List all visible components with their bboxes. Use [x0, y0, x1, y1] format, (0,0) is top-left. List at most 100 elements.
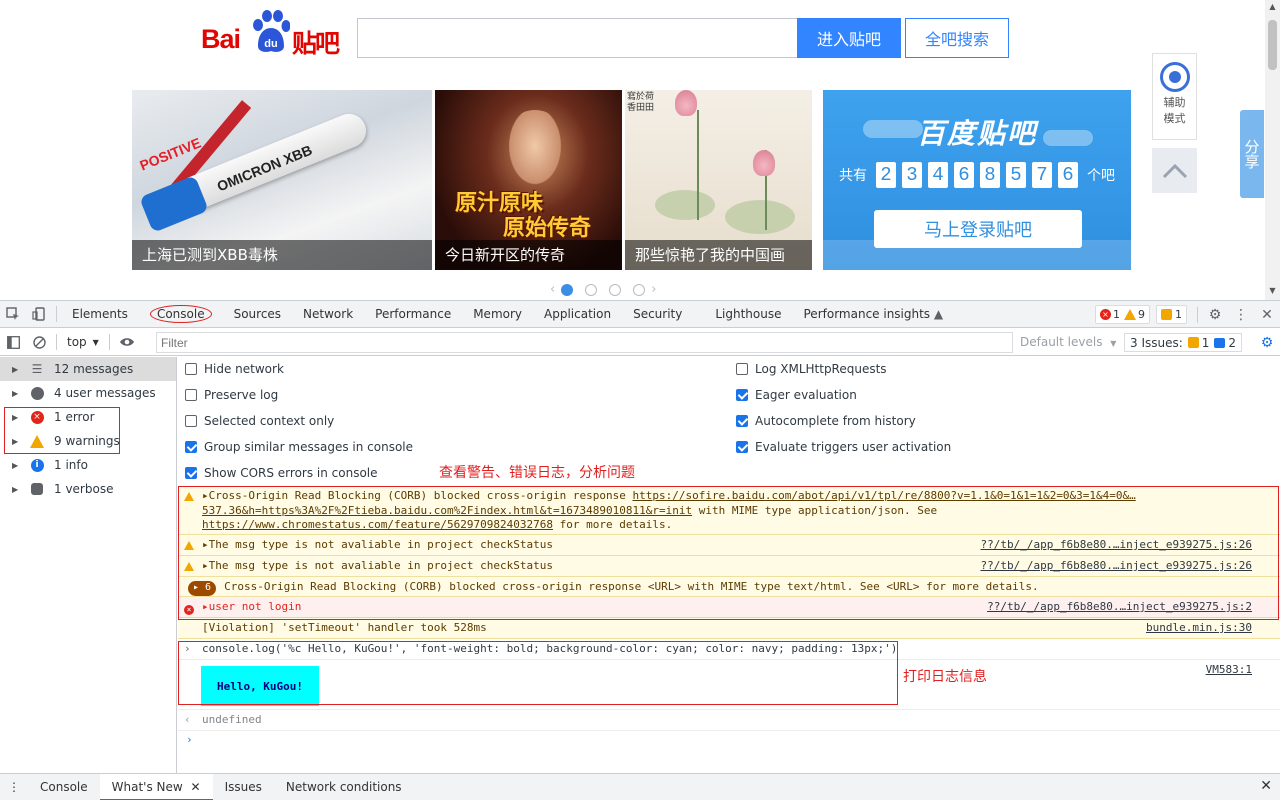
console-message-warning[interactable]: ▸The msg type is not avaliable in projec… — [178, 535, 1280, 556]
lotus-stem — [697, 110, 699, 220]
tab-security[interactable]: Security — [622, 301, 704, 328]
console-log-output[interactable]: Hello, KuGou! VM583:1 — [178, 660, 1280, 710]
message-source-link[interactable]: ??/tb/_/app_f6b8e80.…inject_e939275.js:2… — [980, 559, 1252, 572]
tab-memory[interactable]: Memory — [462, 301, 533, 328]
sidebar-item-info[interactable]: ▶ i 1 info — [0, 453, 176, 477]
issues-counter[interactable]: 1 — [1156, 305, 1187, 324]
search-input[interactable] — [357, 18, 797, 58]
banner-legend-game[interactable]: 原汁原味 原始传奇 今日新开区的传奇 — [435, 90, 622, 270]
search-all-button[interactable]: 全吧搜索 — [905, 18, 1009, 58]
more-options-icon[interactable]: ⋮ — [1228, 301, 1254, 328]
console-message-violation[interactable]: [Violation] 'setTimeout' handler took 52… — [178, 618, 1280, 639]
tab-console[interactable]: Console — [139, 301, 223, 328]
back-to-top-button[interactable] — [1152, 148, 1197, 193]
message-source-link[interactable]: ??/tb/_/app_f6b8e80.…inject_e939275.js:2… — [980, 538, 1252, 551]
paw-icon: du — [253, 10, 290, 52]
sidebar-item-user-messages[interactable]: ▶ 4 user messages — [0, 381, 176, 405]
banner-chinese-painting[interactable]: 寫於荷香田田 那些惊艳了我的中国画 — [625, 90, 812, 270]
eager-eval-checkbox[interactable]: Eager evaluation — [736, 386, 857, 404]
console-filter-input[interactable] — [156, 332, 1013, 353]
login-tieba-button[interactable]: 马上登录贴吧 — [874, 210, 1082, 248]
page-scrollbar[interactable]: ▲ ▼ — [1265, 0, 1280, 300]
inspect-element-icon[interactable] — [0, 301, 26, 328]
tab-sources[interactable]: Sources — [223, 301, 292, 328]
enter-tieba-button[interactable]: 进入贴吧 — [797, 18, 901, 58]
console-message-warning[interactable]: ▸The msg type is not avaliable in projec… — [178, 556, 1280, 577]
log-levels-dropdown[interactable]: Default levels ▼ — [1020, 329, 1116, 356]
counter-digit: 7 — [1032, 162, 1052, 188]
toggle-sidebar-icon[interactable] — [0, 329, 26, 356]
expand-arrow-icon[interactable]: ▸ — [202, 538, 209, 551]
banner-omicron[interactable]: OMICRON XBB POSITIVE 上海已测到XBB毒株 — [132, 90, 432, 270]
close-devtools-icon[interactable]: ✕ — [1254, 301, 1280, 328]
drawer-tab-issues[interactable]: Issues — [213, 774, 274, 800]
tab-performance-insights[interactable]: Performance insights ▲ — [793, 301, 955, 328]
console-settings-gear-icon[interactable]: ⚙ — [1254, 329, 1280, 356]
error-warning-counter[interactable]: × 1 9 — [1095, 305, 1150, 324]
console-message-error[interactable]: × ▸user not login ??/tb/_/app_f6b8e80.…i… — [178, 597, 1280, 618]
dropdown-arrow-icon: ▼ — [92, 337, 99, 347]
expand-arrow-icon[interactable]: ▸ — [202, 600, 209, 613]
console-command[interactable]: › console.log('%c Hello, KuGou!', 'font-… — [178, 639, 1280, 660]
issues-button[interactable]: 3 Issues: 1 2 — [1124, 333, 1243, 352]
message-link[interactable]: https://www.chromestatus.com/feature/562… — [202, 518, 553, 531]
user-activation-checkbox[interactable]: Evaluate triggers user activation — [736, 438, 951, 456]
checkbox-label: Eager evaluation — [755, 388, 857, 402]
scroll-up-icon[interactable]: ▲ — [1267, 2, 1278, 13]
console-settings-pane: Hide network Preserve log Selected conte… — [178, 357, 1280, 487]
sidebar-item-messages[interactable]: ▶ ☰ 12 messages — [0, 357, 176, 381]
close-tab-icon[interactable]: ✕ — [191, 780, 201, 794]
carousel-dot[interactable] — [585, 283, 598, 296]
sidebar-item-verbose[interactable]: ▶ 1 verbose — [0, 477, 176, 501]
carousel-dot[interactable] — [561, 283, 574, 296]
assist-label: 模式 — [1163, 112, 1186, 125]
log-xhr-checkbox[interactable]: Log XMLHttpRequests — [736, 360, 887, 378]
tab-network[interactable]: Network — [292, 301, 364, 328]
tab-elements[interactable]: Elements — [61, 301, 139, 328]
show-cors-checkbox[interactable]: Show CORS errors in console — [185, 464, 378, 482]
carousel-prev-icon[interactable]: ‹ — [550, 282, 555, 297]
tab-performance[interactable]: Performance — [364, 301, 462, 328]
carousel-next-icon[interactable]: › — [651, 282, 656, 297]
checkbox-label: Preserve log — [204, 388, 279, 402]
preserve-log-checkbox[interactable]: Preserve log — [185, 386, 278, 404]
hide-network-checkbox[interactable]: Hide network — [185, 360, 284, 378]
divider — [56, 334, 57, 350]
tab-application[interactable]: Application — [533, 301, 622, 328]
context-label: top — [67, 335, 87, 349]
expand-arrow-icon[interactable]: ▸ — [202, 489, 209, 502]
scrollbar-thumb[interactable] — [1268, 20, 1277, 70]
group-similar-checkbox[interactable]: Group similar messages in console — [185, 438, 413, 456]
device-toggle-icon[interactable] — [26, 301, 52, 328]
drawer-tab-console[interactable]: Console — [28, 774, 100, 800]
assist-mode-button[interactable]: 辅助 模式 — [1152, 53, 1197, 140]
tab-lighthouse[interactable]: Lighthouse — [704, 301, 792, 328]
scroll-down-icon[interactable]: ▼ — [1267, 286, 1278, 297]
autocomplete-checkbox[interactable]: Autocomplete from history — [736, 412, 916, 430]
expand-arrow-icon[interactable]: ▸ — [202, 559, 209, 572]
clear-console-icon[interactable] — [26, 329, 52, 356]
selected-context-checkbox[interactable]: Selected context only — [185, 412, 334, 430]
baidu-tieba-logo[interactable]: Bai du 贴吧 — [201, 10, 341, 58]
message-source-link[interactable]: VM583:1 — [1206, 663, 1252, 676]
message-part: for more details. — [553, 518, 673, 531]
drawer-menu-icon[interactable]: ⋮ — [0, 774, 28, 800]
settings-gear-icon[interactable]: ⚙ — [1202, 301, 1228, 328]
drawer-tab-whats-new[interactable]: What's New ✕ — [99, 774, 213, 800]
message-source-link[interactable]: ??/tb/_/app_f6b8e80.…inject_e939275.js:2 — [987, 600, 1252, 613]
issues-warning-count: 1 — [1201, 335, 1210, 350]
console-message-warning[interactable]: ▸Cross-Origin Read Blocking (CORB) block… — [178, 486, 1280, 535]
share-button[interactable]: 分享 — [1240, 110, 1264, 198]
carousel-dot[interactable] — [609, 283, 622, 296]
carousel-dot[interactable] — [633, 283, 646, 296]
close-drawer-icon[interactable]: ✕ — [1260, 778, 1272, 794]
context-selector[interactable]: top ▼ — [61, 335, 105, 349]
experiment-flask-icon: ▲ — [933, 306, 944, 321]
console-message-warning-group[interactable]: ▸ 6 Cross-Origin Read Blocking (CORB) blo… — [178, 577, 1280, 597]
drawer-tab-network-conditions[interactable]: Network conditions — [274, 774, 414, 800]
checkbox-box — [185, 389, 197, 401]
console-input-prompt[interactable]: › — [186, 733, 193, 746]
message-source-link[interactable]: bundle.min.js:30 — [1146, 621, 1252, 634]
live-expression-eye-icon[interactable] — [114, 329, 140, 356]
tieba-banner-title: 百度贴吧 — [916, 117, 1037, 150]
